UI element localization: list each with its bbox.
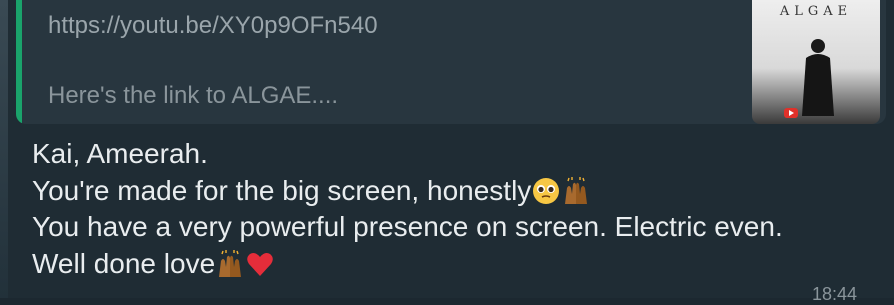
message-line: You have a very powerful presence on scr…	[32, 211, 783, 242]
raised-hands-icon	[565, 176, 588, 204]
video-thumbnail[interactable]: ALGAE	[752, 0, 880, 124]
message-line-with-emoji: You're made for the big screen, honestly	[32, 173, 783, 210]
quoted-caption: Here's the link to ALGAE....	[48, 82, 339, 109]
red-heart-icon	[247, 252, 273, 276]
left-edge-strip	[0, 0, 8, 298]
quote-accent-bar	[16, 0, 22, 124]
quoted-message[interactable]: https://youtu.be/XY0p9OFn540 Here's the …	[16, 0, 886, 124]
thumbnail-title: ALGAE	[779, 4, 853, 19]
message-line: Well done love	[32, 247, 216, 279]
pleading-face-icon	[533, 177, 560, 204]
raised-hands-icon	[219, 249, 242, 277]
youtube-icon	[784, 108, 798, 118]
message-timestamp: 18:44	[812, 284, 858, 304]
quoted-link[interactable]: https://youtu.be/XY0p9OFn540	[48, 12, 378, 40]
message-text: Kai, Ameerah. You're made for the big sc…	[32, 136, 783, 282]
message-line: Kai, Ameerah.	[32, 138, 208, 169]
person-silhouette-icon	[802, 39, 834, 116]
message-line-with-emoji: Well done love	[32, 246, 783, 283]
message-line: You're made for the big screen, honestly	[32, 174, 532, 206]
